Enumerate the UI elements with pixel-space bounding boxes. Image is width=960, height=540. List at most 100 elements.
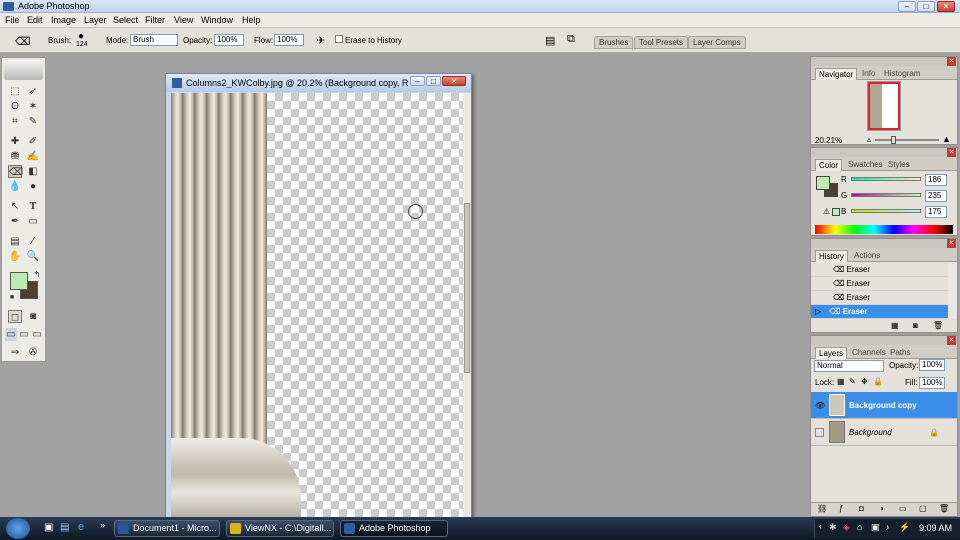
tab-history[interactable]: History: [815, 250, 848, 262]
color-ramp[interactable]: [815, 225, 953, 234]
eraser-icon[interactable]: ⌫: [15, 35, 31, 48]
blend-mode-select[interactable]: Normal: [814, 360, 884, 372]
switch-windows-icon[interactable]: ▤: [60, 522, 69, 533]
menu-file[interactable]: File: [5, 15, 20, 25]
view-box[interactable]: [868, 82, 900, 130]
opacity-field[interactable]: 100%: [214, 34, 244, 46]
panel-close-icon[interactable]: ✕: [947, 148, 956, 157]
gradient-icon[interactable]: ◧: [26, 165, 40, 178]
menu-layer[interactable]: Layer: [84, 15, 107, 25]
history-item-selected[interactable]: ▷ ⌫ Eraser: [811, 305, 948, 319]
swap-colors-icon[interactable]: ↰: [30, 268, 44, 281]
adjustment-layer-icon[interactable]: ◑: [879, 504, 884, 513]
magic-wand-icon[interactable]: ✶: [26, 100, 40, 113]
tab-histogram[interactable]: Histogram: [881, 68, 923, 80]
doc-minimize-button[interactable]: –: [410, 76, 425, 86]
history-item[interactable]: ⌫ Eraser: [811, 291, 948, 305]
zoom-slider[interactable]: [875, 139, 939, 141]
marquee-icon[interactable]: ⬚: [8, 85, 22, 98]
minimize-button[interactable]: –: [898, 1, 916, 12]
task-viewnx[interactable]: ViewNX - C:\DigitalI...: [226, 520, 334, 537]
pen-icon[interactable]: ✒: [8, 215, 22, 228]
red-slider[interactable]: [851, 177, 921, 181]
gamut-swatch[interactable]: [832, 208, 840, 216]
layer-row-background-copy[interactable]: 👁 Background copy: [811, 392, 957, 419]
clone-stamp-icon[interactable]: ⛃: [8, 150, 22, 163]
lock-all-icon[interactable]: 🔒: [873, 377, 883, 386]
palette-well-icon[interactable]: ▤: [545, 34, 555, 47]
network-icon[interactable]: ⌂: [857, 522, 862, 532]
panel-close-icon[interactable]: ✕: [947, 336, 956, 345]
default-colors-icon[interactable]: ■: [5, 291, 19, 304]
image-canvas[interactable]: [171, 93, 463, 523]
lock-position-icon[interactable]: ✥: [861, 377, 868, 386]
panel-close-icon[interactable]: ✕: [947, 239, 956, 248]
layer-opacity-field[interactable]: 100%: [919, 359, 945, 371]
power-icon[interactable]: ⚡: [899, 522, 910, 533]
task-photoshop[interactable]: Adobe Photoshop: [340, 520, 448, 537]
green-field[interactable]: 235: [925, 190, 947, 202]
navigator-zoom[interactable]: 20.21%: [815, 136, 842, 145]
screen-mode-standard-icon[interactable]: ▭: [5, 328, 17, 341]
imageready-icon[interactable]: ✇: [26, 346, 40, 359]
link-layers-icon[interactable]: ⛓: [817, 504, 827, 513]
menu-edit[interactable]: Edit: [27, 15, 43, 25]
tab-layer-comps[interactable]: Layer Comps: [688, 36, 746, 49]
history-brush-source-icon[interactable]: ▷: [815, 307, 821, 316]
tab-tool-presets[interactable]: Tool Presets: [634, 36, 689, 49]
foreground-color-swatch[interactable]: [10, 272, 28, 290]
new-layer-icon[interactable]: ▢: [919, 504, 927, 513]
move-icon[interactable]: ➶: [26, 85, 40, 98]
blur-icon[interactable]: 💧: [8, 180, 22, 193]
zoom-in-icon[interactable]: ▲: [942, 134, 951, 144]
visibility-toggle[interactable]: [815, 428, 824, 437]
tab-styles[interactable]: Styles: [885, 159, 913, 171]
navigator-thumbnail[interactable]: [867, 81, 901, 131]
visibility-eye-icon[interactable]: 👁: [815, 392, 825, 419]
path-select-icon[interactable]: ↖: [8, 200, 22, 213]
quick-launch-more-icon[interactable]: »: [100, 520, 105, 530]
bluetooth-icon[interactable]: ✱: [829, 522, 837, 533]
feather-logo-icon[interactable]: [4, 60, 43, 80]
display-icon[interactable]: ▣: [871, 522, 880, 533]
screen-mode-full-menu-icon[interactable]: ▭: [18, 328, 30, 341]
tab-layers[interactable]: Layers: [815, 347, 848, 359]
bridge-icon[interactable]: ⧉: [567, 33, 575, 46]
history-item[interactable]: ⌫ Eraser: [811, 277, 948, 291]
menu-filter[interactable]: Filter: [145, 15, 165, 25]
layer-fill-field[interactable]: 100%: [919, 377, 945, 389]
doc-maximize-button[interactable]: □: [426, 76, 441, 86]
zoom-out-icon[interactable]: ▵: [867, 135, 871, 144]
tray-expand-icon[interactable]: ‹: [819, 522, 822, 531]
delete-layer-icon[interactable]: 🗑: [939, 504, 949, 513]
close-button[interactable]: ✕: [937, 1, 955, 12]
layer-mask-icon[interactable]: ◘: [859, 504, 864, 513]
hand-icon[interactable]: ✋: [8, 250, 22, 263]
type-icon[interactable]: T: [26, 200, 40, 213]
lock-pixels-icon[interactable]: ✎: [849, 377, 856, 386]
jump-to-imageready-icon[interactable]: ⇒: [8, 346, 22, 359]
color-fg-swatch[interactable]: [816, 176, 830, 190]
mode-select[interactable]: Brush: [130, 34, 178, 46]
quick-mask-icon[interactable]: ◙: [26, 310, 40, 323]
airbrush-icon[interactable]: ✈: [316, 34, 325, 47]
tab-color[interactable]: Color: [815, 159, 843, 171]
new-group-icon[interactable]: ▭: [899, 504, 907, 513]
tab-channels[interactable]: Channels: [849, 347, 889, 359]
new-document-icon[interactable]: ▦: [891, 321, 899, 330]
scroll-thumb[interactable]: [464, 203, 470, 373]
history-brush-icon[interactable]: ✍: [26, 150, 40, 163]
start-button[interactable]: [6, 518, 30, 539]
new-snapshot-icon[interactable]: ◙: [913, 321, 918, 330]
green-slider[interactable]: [851, 193, 921, 197]
menu-help[interactable]: Help: [242, 15, 261, 25]
internet-explorer-icon[interactable]: e: [78, 521, 84, 533]
zoom-icon[interactable]: 🔍: [26, 250, 40, 263]
history-item[interactable]: ⌫ Eraser: [811, 263, 948, 277]
eraser-tool-icon[interactable]: ⌫: [8, 165, 23, 178]
volume-icon[interactable]: ♪: [885, 522, 890, 532]
layer-style-icon[interactable]: ƒ: [839, 504, 843, 513]
maximize-button[interactable]: □: [917, 1, 935, 12]
healing-brush-icon[interactable]: ✚: [8, 135, 22, 148]
menu-select[interactable]: Select: [113, 15, 138, 25]
